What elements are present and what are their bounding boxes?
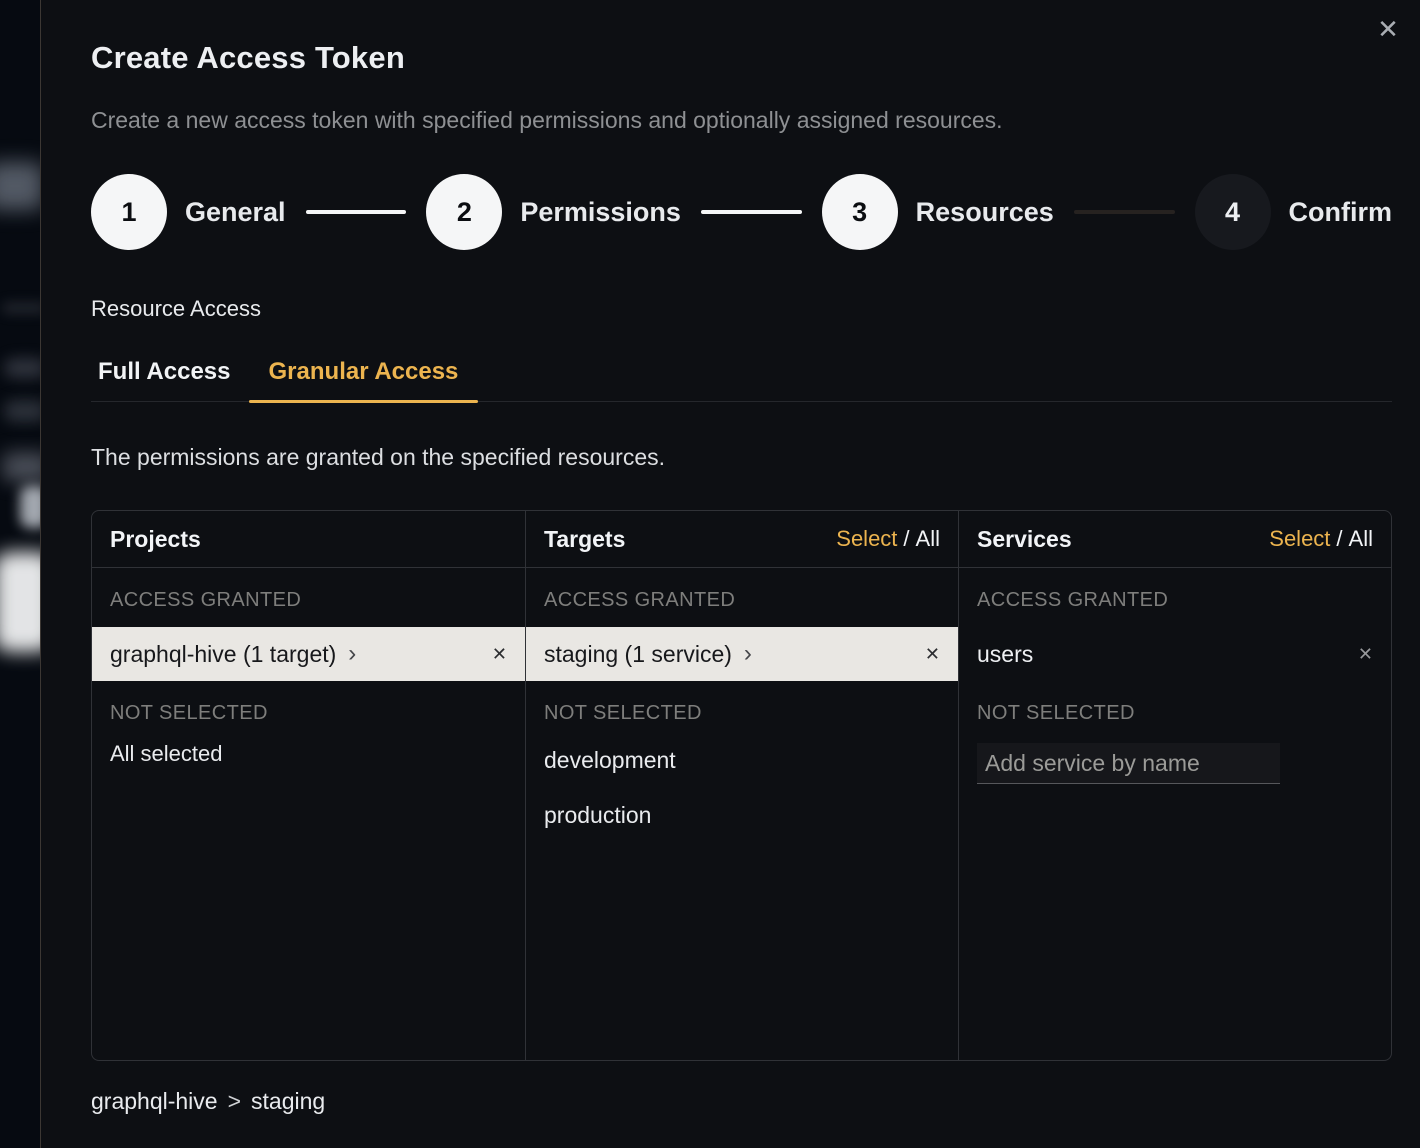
targets-select-link[interactable]: Select [836, 526, 897, 551]
step-connector [701, 210, 802, 214]
blurred-blob [2, 303, 40, 313]
remove-project-icon[interactable]: ✕ [492, 644, 507, 665]
add-service-input[interactable] [977, 743, 1280, 784]
targets-not-selected-list: development production [526, 731, 958, 841]
projects-all-selected-text: All selected [110, 741, 507, 767]
projects-column: Projects ACCESS GRANTED graphql-hive (1 … [92, 511, 525, 1060]
granted-target-name: staging (1 service) [544, 641, 732, 668]
target-item-development[interactable]: development [526, 735, 958, 786]
step-connector [306, 210, 407, 214]
step-circle-4: 4 [1195, 174, 1271, 250]
breadcrumb-separator: > [228, 1088, 241, 1114]
targets-column: Targets Select/ All ACCESS GRANTED stagin… [525, 511, 958, 1060]
chevron-right-icon: › [744, 642, 752, 666]
breadcrumb-project: graphql-hive [91, 1088, 218, 1114]
projects-title: Projects [110, 526, 201, 553]
services-header: Services Select/ All [959, 511, 1391, 568]
chevron-right-icon: › [348, 642, 356, 666]
resource-access-heading: Resource Access [91, 296, 1392, 322]
select-all-divider: / [1336, 526, 1342, 551]
step-circle-3: 3 [822, 174, 898, 250]
projects-not-selected-label: NOT SELECTED [92, 681, 525, 725]
step-general: 1 General [91, 174, 286, 250]
step-circle-2: 2 [426, 174, 502, 250]
granted-project-row[interactable]: graphql-hive (1 target) › ✕ [92, 627, 525, 681]
step-circle-1: 1 [91, 174, 167, 250]
step-label-general: General [185, 197, 286, 228]
targets-all-link[interactable]: All [916, 526, 940, 551]
step-label-confirm: Confirm [1289, 197, 1393, 228]
step-permissions: 2 Permissions [426, 174, 681, 250]
modal-subtitle: Create a new access token with specified… [91, 107, 1392, 134]
resource-selection-grid: Projects ACCESS GRANTED graphql-hive (1 … [91, 510, 1392, 1061]
blurred-blob [4, 400, 40, 422]
targets-select-all: Select/ All [836, 526, 940, 552]
granted-service-name: users [977, 641, 1033, 668]
access-tabs: Full Access Granular Access [91, 358, 1392, 402]
services-column: Services Select/ All ACCESS GRANTED users… [958, 511, 1391, 1060]
services-access-granted-label: ACCESS GRANTED [959, 568, 1391, 612]
remove-target-icon[interactable]: ✕ [925, 644, 940, 665]
step-confirm: 4 Confirm [1195, 174, 1393, 250]
projects-header: Projects [92, 511, 525, 568]
services-all-link[interactable]: All [1349, 526, 1373, 551]
step-connector [1074, 210, 1175, 214]
services-select-link[interactable]: Select [1269, 526, 1330, 551]
services-title: Services [977, 526, 1072, 553]
close-icon[interactable]: ✕ [1370, 12, 1406, 48]
blurred-blob [0, 552, 40, 652]
granted-target-row[interactable]: staging (1 service) › ✕ [526, 627, 958, 681]
targets-header: Targets Select/ All [526, 511, 958, 568]
blurred-blob [20, 486, 40, 528]
tab-full-access[interactable]: Full Access [91, 358, 249, 401]
stepper: 1 General 2 Permissions 3 Resources 4 Co… [91, 174, 1392, 250]
background-page-blurred [0, 0, 40, 1148]
target-item-production[interactable]: production [526, 790, 958, 841]
targets-access-granted-label: ACCESS GRANTED [526, 568, 958, 612]
step-label-resources: Resources [916, 197, 1054, 228]
modal-title: Create Access Token [91, 40, 1392, 76]
targets-title: Targets [544, 526, 625, 553]
projects-access-granted-label: ACCESS GRANTED [92, 568, 525, 612]
remove-service-icon[interactable]: ✕ [1358, 644, 1373, 665]
breadcrumb: graphql-hive > staging [91, 1088, 1392, 1115]
breadcrumb-target: staging [251, 1088, 325, 1114]
step-label-permissions: Permissions [520, 197, 681, 228]
granted-service-row[interactable]: users ✕ [959, 627, 1391, 681]
services-select-all: Select/ All [1269, 526, 1373, 552]
granular-access-description: The permissions are granted on the speci… [91, 444, 1392, 471]
blurred-blob [4, 358, 40, 378]
create-access-token-modal: ✕ Create Access Token Create a new acces… [40, 0, 1420, 1148]
services-not-selected-label: NOT SELECTED [959, 681, 1391, 725]
step-resources: 3 Resources [822, 174, 1054, 250]
blurred-blob [2, 452, 40, 482]
tab-granular-access[interactable]: Granular Access [249, 358, 479, 401]
select-all-divider: / [903, 526, 909, 551]
granted-project-name: graphql-hive (1 target) [110, 641, 336, 668]
blurred-blob [0, 162, 40, 210]
targets-not-selected-label: NOT SELECTED [526, 681, 958, 725]
